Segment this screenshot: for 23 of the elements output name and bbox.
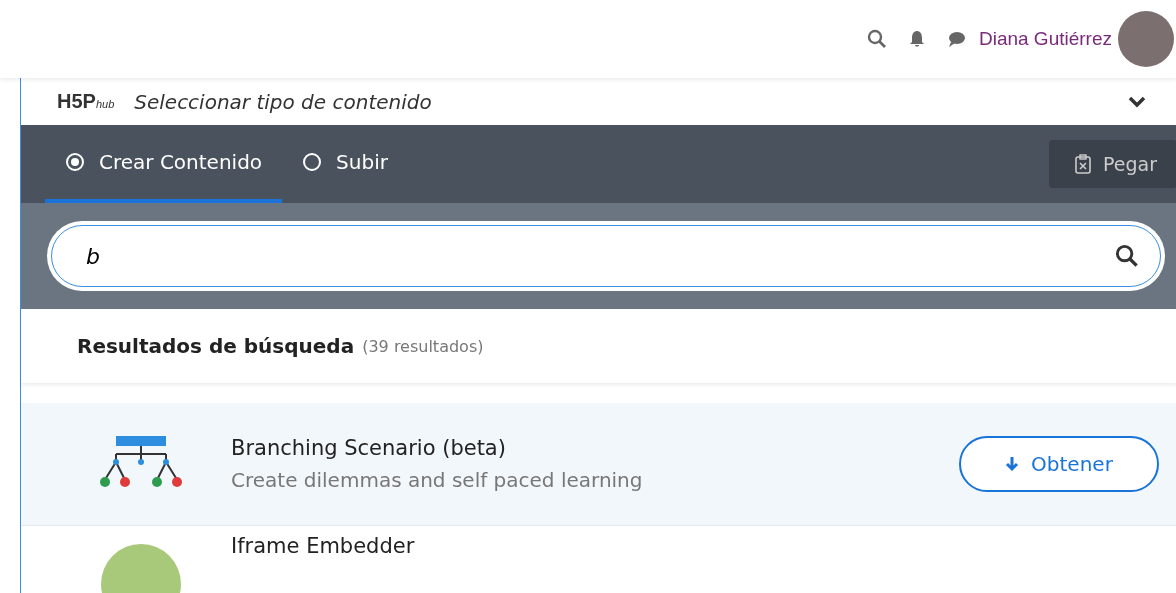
search-icon[interactable] xyxy=(1115,244,1139,268)
hub-logo: H5Phub xyxy=(57,90,115,113)
hub-title: Seleccionar tipo de contenido xyxy=(134,89,433,114)
results-count: (39 resultados) xyxy=(362,336,484,356)
user-name[interactable]: Diana Gutiérrez xyxy=(978,28,1112,50)
content-type-row[interactable]: Branching Scenario (beta) Create dilemmas and self paced learning Obtener xyxy=(21,403,1176,526)
chevron-icon[interactable] xyxy=(1127,94,1147,109)
tab[interactable]: Subir xyxy=(282,125,408,203)
get-button[interactable]: Obtener xyxy=(959,436,1159,492)
avatar[interactable] xyxy=(1118,11,1174,67)
radio-icon xyxy=(65,152,85,172)
results-heading: Resultados de búsqueda xyxy=(77,334,355,358)
search-field[interactable]: b xyxy=(51,225,1161,287)
paste-button[interactable]: Pegar xyxy=(1049,140,1176,188)
content-type-title: Iframe Embedder xyxy=(231,534,416,558)
content-type-row[interactable]: Iframe Embedder xyxy=(21,526,1176,593)
content-type-title: Branching Scenario (beta) xyxy=(231,436,507,460)
content-type-description: Create dilemmas and self paced learning xyxy=(231,468,644,492)
chat-bubble-icon[interactable] xyxy=(946,29,967,49)
download-arrow-icon xyxy=(1005,456,1020,472)
radio-icon xyxy=(302,152,323,172)
search-icon[interactable] xyxy=(866,29,887,49)
clipboard-icon xyxy=(1073,154,1093,174)
